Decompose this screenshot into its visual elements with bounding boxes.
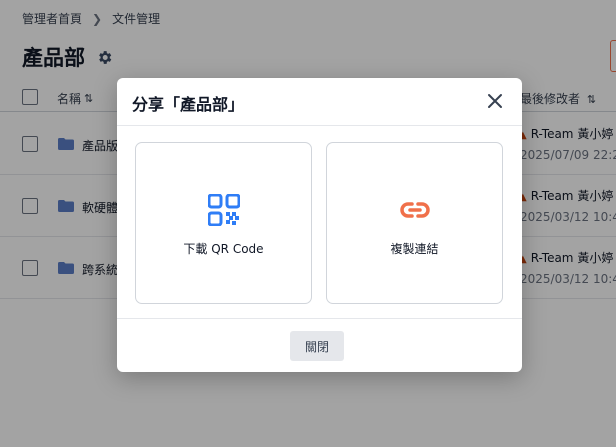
link-icon xyxy=(399,202,430,218)
qr-label: 下載 QR Code xyxy=(183,242,264,256)
modal-footer: 關閉 xyxy=(117,318,522,372)
qr-code-icon xyxy=(207,194,240,226)
modal-header: 分享「產品部」 xyxy=(117,78,522,126)
close-icon[interactable] xyxy=(486,92,504,110)
copy-link-label: 複製連結 xyxy=(390,242,439,256)
download-qr-button[interactable]: 下載 QR Code xyxy=(135,142,312,304)
modal-title: 分享「產品部」 xyxy=(132,95,245,114)
close-button[interactable]: 關閉 xyxy=(290,331,344,361)
share-modal: 分享「產品部」 下載 QR Code 複製連結 關閉 xyxy=(117,78,522,372)
copy-link-button[interactable]: 複製連結 xyxy=(326,142,503,304)
